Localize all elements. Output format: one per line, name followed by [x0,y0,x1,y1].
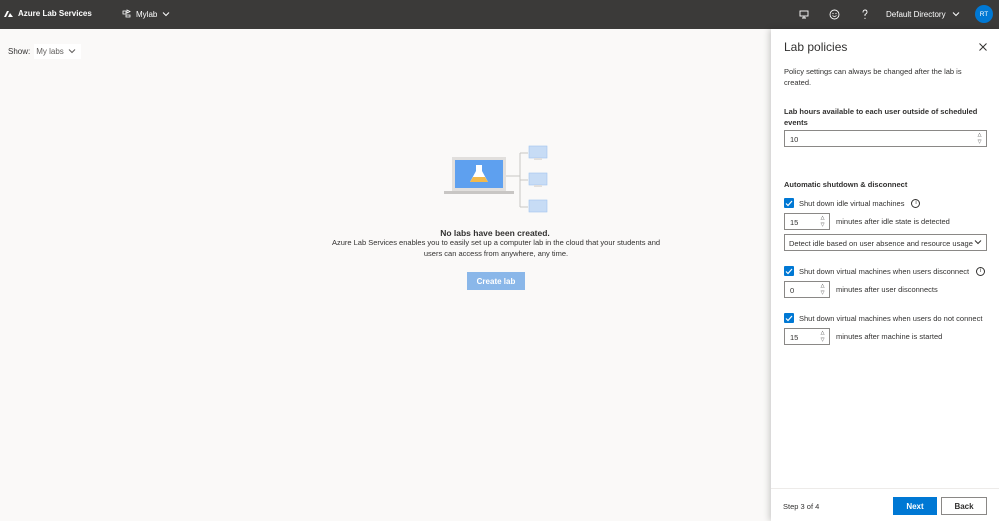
idle-minutes-value: 15 [790,218,799,227]
checkbox[interactable] [784,266,794,276]
top-bar: Azure Lab Services Mylab Default Directo… [0,0,999,29]
next-button[interactable]: Next [893,497,937,515]
disconnect-shutdown-checkbox-row[interactable]: Shut down virtual machines when users di… [784,266,986,276]
chevron-up-icon[interactable]: △ [821,283,825,289]
checkbox[interactable] [784,198,794,208]
chevron-down-icon [974,238,982,247]
checkbox[interactable] [784,313,794,323]
show-value: My labs [36,47,64,56]
chevron-down-icon [952,10,960,19]
noconnect-after-text: minutes after machine is started [836,332,943,341]
stepper-arrows[interactable]: △ ▽ [819,330,826,343]
chevron-up-icon[interactable]: △ [821,330,825,336]
chevron-down-icon[interactable]: ▽ [821,290,825,296]
panel-description: Policy settings can always be changed af… [784,67,962,87]
info-icon[interactable]: i [976,266,986,276]
chevron-down-icon[interactable]: ▽ [821,337,825,343]
chevron-up-icon[interactable]: △ [821,215,825,221]
idle-detection-dropdown[interactable]: Detect idle based on user absence and re… [784,234,987,251]
directory-switcher[interactable]: Default Directory [886,0,960,29]
chevron-down-icon [68,47,76,56]
show-select[interactable]: My labs [34,44,81,59]
app-name: Azure Lab Services [18,9,92,18]
main-area: Show: My labs No labs have been created.… [0,29,771,521]
avatar[interactable]: RT [975,5,993,23]
noconnect-shutdown-label: Shut down virtual machines when users do… [799,313,983,323]
idle-shutdown-label: Shut down idle virtual machines [799,198,905,208]
panel-footer: Step 3 of 4 Next Back [771,488,999,521]
lab-picker-label: Mylab [136,10,158,19]
create-lab-button[interactable]: Create lab [467,272,525,290]
chevron-down-icon [162,10,170,19]
monitor-icon[interactable] [795,6,813,23]
brand[interactable]: Azure Lab Services [0,0,92,29]
chevron-down-icon[interactable]: ▽ [821,222,825,228]
chevron-down-icon[interactable]: ▽ [978,139,982,145]
disconnect-minutes-input[interactable]: 0 △ ▽ [784,281,830,298]
stepper-arrows[interactable]: △ ▽ [819,283,826,296]
noconnect-minutes-value: 15 [790,333,799,342]
lab-picker-icon [122,9,131,20]
help-icon[interactable] [856,6,874,23]
step-indicator: Step 3 of 4 [783,502,820,511]
directory-label: Default Directory [886,10,946,19]
disconnect-minutes-value: 0 [790,286,795,295]
info-icon[interactable]: i [911,198,921,208]
panel-title: Lab policies [784,40,848,54]
azure-logo-icon [0,8,14,22]
noconnect-minutes-input[interactable]: 15 △ ▽ [784,328,830,345]
shutdown-section-title: Automatic shutdown & disconnect [784,180,908,189]
noconnect-shutdown-checkbox-row[interactable]: Shut down virtual machines when users do… [784,313,982,323]
empty-state-illustration [442,145,552,215]
lab-policies-panel: Lab policies Policy settings can always … [771,29,999,521]
stepper-arrows[interactable]: △ ▽ [819,215,826,228]
idle-detection-value: Detect idle based on user absence and re… [789,239,973,248]
disconnect-after-text: minutes after user disconnects [836,285,938,294]
lab-picker[interactable]: Mylab [122,0,170,29]
smiley-icon[interactable] [825,6,843,23]
close-icon[interactable] [978,42,990,54]
idle-after-text: minutes after idle state is detected [836,217,950,226]
idle-shutdown-checkbox-row[interactable]: Shut down idle virtual machines i [784,198,921,208]
idle-minutes-input[interactable]: 15 △ ▽ [784,213,830,230]
lab-hours-input[interactable]: 10 △ ▽ [784,130,987,147]
disconnect-shutdown-label: Shut down virtual machines when users di… [799,266,970,276]
chevron-up-icon[interactable]: △ [978,132,982,138]
show-filter: Show: My labs [8,44,81,59]
lab-hours-label: Lab hours available to each user outside… [784,107,978,127]
empty-state-text: Azure Lab Services enables you to easily… [331,238,661,258]
lab-hours-value: 10 [790,135,799,144]
show-label: Show: [8,47,31,56]
stepper-arrows[interactable]: △ ▽ [976,132,983,145]
back-button[interactable]: Back [941,497,987,515]
